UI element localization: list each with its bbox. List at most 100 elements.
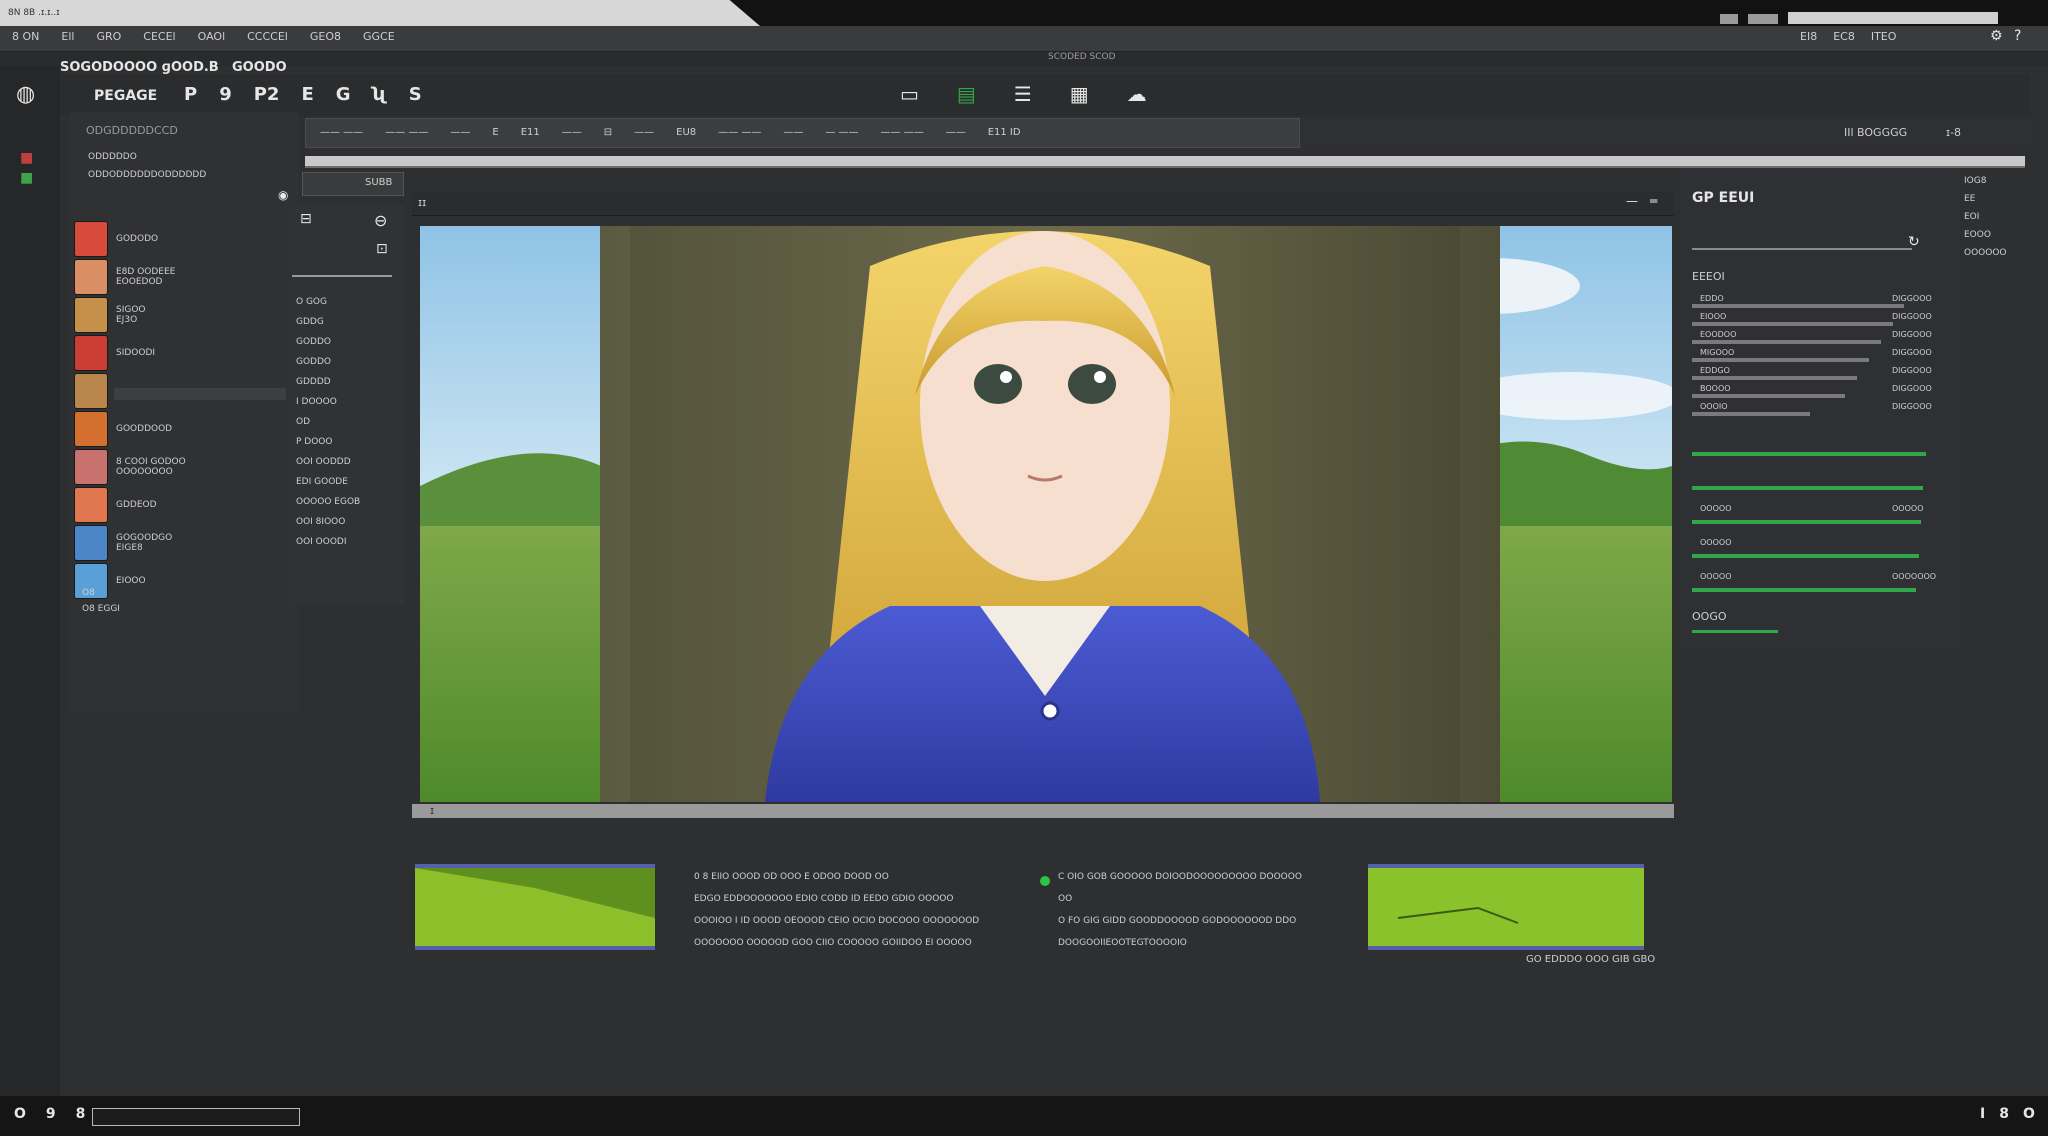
property-item[interactable]: OOI OOODI: [296, 537, 404, 557]
menu-item[interactable]: 8 ON: [12, 30, 39, 43]
layers-menu-icon[interactable]: ◉: [278, 188, 288, 202]
list-item[interactable]: SIGOO EJ3O: [74, 296, 294, 334]
tool-button[interactable]: S: [409, 84, 422, 105]
adjustment-row[interactable]: OOOOO OOOOOOO: [1692, 572, 1954, 606]
adjustment-row[interactable]: EIOOO DIGGOOO: [1692, 312, 1954, 330]
preview-thumbnail-right[interactable]: [1368, 864, 1644, 950]
adjustment-slider[interactable]: [1692, 394, 1846, 398]
adjustment-row[interactable]: EDDO DIGGOOO: [1692, 294, 1954, 312]
status-left-icon[interactable]: O: [14, 1106, 26, 1122]
option-item[interactable]: —— ——: [718, 127, 761, 138]
option-item[interactable]: ——: [946, 127, 966, 138]
adjustment-slider[interactable]: [1692, 452, 1926, 456]
adjustment-row[interactable]: [1692, 470, 1954, 504]
property-item[interactable]: OOI OODDD: [296, 457, 404, 477]
preview-thumbnail-left[interactable]: [415, 864, 655, 950]
adjustment-row[interactable]: [1692, 436, 1954, 470]
adjustment-slider[interactable]: [1692, 486, 1924, 490]
option-item[interactable]: —— ——: [881, 127, 924, 138]
os-window-tab[interactable]: [0, 0, 760, 26]
list-item[interactable]: GDDEOD: [74, 486, 294, 524]
property-item[interactable]: GDDG: [296, 317, 404, 337]
tool-button[interactable]: P2: [254, 84, 280, 105]
adjustment-slider[interactable]: [1692, 412, 1810, 416]
adjustment-slider[interactable]: [1692, 520, 1921, 524]
window-minimize-button[interactable]: [1720, 14, 1738, 24]
option-item[interactable]: ——: [450, 127, 470, 138]
property-item[interactable]: GDDDD: [296, 377, 404, 397]
list-item[interactable]: GOGOODGO EIGE8: [74, 524, 294, 562]
adjustment-slider[interactable]: [1692, 588, 1917, 592]
center-tool-button[interactable]: ☰: [1014, 82, 1032, 106]
option-item[interactable]: E: [492, 127, 498, 138]
menu-item[interactable]: GGCE: [363, 30, 395, 43]
minimize-doc-icon[interactable]: —: [1626, 194, 1638, 208]
property-item[interactable]: OD: [296, 417, 404, 437]
property-item[interactable]: OOOOO EGOB: [296, 497, 404, 517]
option-item[interactable]: ⊟: [604, 127, 612, 138]
option-item[interactable]: ——: [783, 127, 803, 138]
canvas-scrollbar[interactable]: ɪ: [412, 804, 1674, 818]
properties-icon[interactable]: ⊟: [300, 211, 312, 227]
menu-item[interactable]: OAOl: [198, 30, 226, 43]
tool-button[interactable]: G: [336, 84, 351, 105]
canvas-scroll-thumb[interactable]: ɪ: [430, 804, 434, 817]
color-red-icon[interactable]: ■: [20, 150, 33, 166]
mode-label[interactable]: PEGAGE: [94, 88, 157, 104]
option-item[interactable]: E11: [521, 127, 540, 138]
list-item[interactable]: 8 COOI GODOO OOOOOOOO: [74, 448, 294, 486]
status-left-icon[interactable]: 8: [76, 1106, 86, 1122]
document-icon[interactable]: ɪɪ: [418, 196, 426, 209]
adjustment-row[interactable]: OOOOO OOOOO: [1692, 504, 1954, 538]
menu-item[interactable]: CECEl: [143, 30, 175, 43]
menu-item[interactable]: CCCCEl: [247, 30, 288, 43]
tool-button[interactable]: ʯ: [373, 84, 387, 105]
option-item[interactable]: ——: [562, 127, 582, 138]
adjustment-row[interactable]: EOODOO DIGGOOO: [1692, 330, 1954, 348]
status-right-icon[interactable]: O: [2023, 1106, 2035, 1122]
property-item[interactable]: P DOOO: [296, 437, 404, 457]
property-item[interactable]: O GOG: [296, 297, 404, 317]
menu-item[interactable]: Ell: [61, 30, 74, 43]
property-item[interactable]: EDI GOODE: [296, 477, 404, 497]
option-item[interactable]: ——: [634, 127, 654, 138]
menu-item[interactable]: GRO: [96, 30, 121, 43]
tool-button[interactable]: E: [301, 84, 313, 105]
far-right-item[interactable]: EOI: [1964, 212, 2024, 230]
help-icon[interactable]: ?: [2014, 28, 2021, 44]
collapse-doc-icon[interactable]: ═: [1650, 194, 1657, 208]
status-right-icon[interactable]: I: [1980, 1106, 1985, 1122]
option-item[interactable]: EU8: [676, 127, 696, 138]
list-item[interactable]: GOODDOOD: [74, 410, 294, 448]
adjustment-row[interactable]: OOOIO DIGGOOO: [1692, 402, 1954, 420]
adjustment-slider[interactable]: [1692, 340, 1881, 344]
command-input[interactable]: [92, 1108, 300, 1126]
adjustment-row[interactable]: MIGOOO DIGGOOO: [1692, 348, 1954, 366]
adjustment-row[interactable]: OOOOO: [1692, 538, 1954, 572]
properties-lock-icon[interactable]: ⊡: [376, 241, 388, 257]
adjustment-slider[interactable]: [1692, 358, 1869, 362]
list-item[interactable]: SIDOODI: [74, 334, 294, 372]
properties-toggle-icon[interactable]: ⊖: [374, 211, 387, 230]
list-item[interactable]: E8D OODEEE EOOEDOD: [74, 258, 294, 296]
layer-search-field[interactable]: SUBB: [302, 172, 404, 196]
adjustment-slider[interactable]: [1692, 304, 1905, 308]
adjustment-slider[interactable]: [1692, 376, 1858, 380]
property-item[interactable]: OOI 8IOOO: [296, 517, 404, 537]
center-tool-button[interactable]: ▭: [900, 82, 919, 106]
status-left-icon[interactable]: 9: [46, 1106, 56, 1122]
center-tool-button[interactable]: ▦: [1070, 82, 1089, 106]
far-right-item[interactable]: EE: [1964, 194, 2024, 212]
option-item[interactable]: E11 ID: [988, 127, 1021, 138]
option-item[interactable]: —— ——: [320, 127, 363, 138]
document-tab[interactable]: SCODED SCOD: [1048, 52, 1116, 62]
brush-icon[interactable]: ◍: [16, 82, 35, 107]
adjustment-row[interactable]: EDDGO DIGGOOO: [1692, 366, 1954, 384]
menu-right-item[interactable]: EC8: [1833, 30, 1855, 43]
adjustments-footer-slider[interactable]: [1692, 630, 1778, 633]
adjustment-slider[interactable]: [1692, 554, 1919, 558]
property-item[interactable]: GODDO: [296, 337, 404, 357]
status-right-icon[interactable]: 8: [1999, 1106, 2009, 1122]
image-canvas[interactable]: [420, 226, 1672, 802]
menu-right-item[interactable]: EI8: [1800, 30, 1817, 43]
